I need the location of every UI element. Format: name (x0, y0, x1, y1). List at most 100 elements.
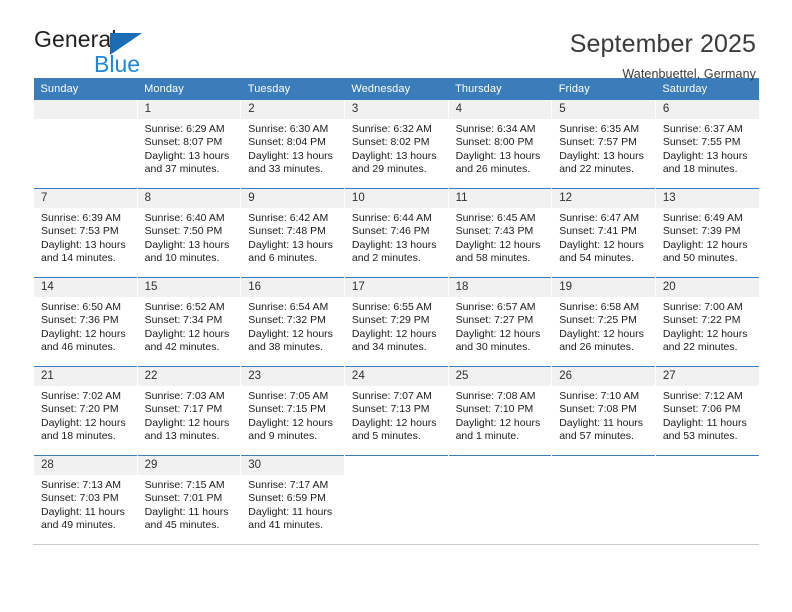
day-sun-info: Sunrise: 6:49 AM Sunset: 7:39 PM Daylight:… (656, 208, 759, 266)
daylight-duration-line1: Daylight: 11 hours (41, 505, 125, 518)
day-cell-inner: 21 Sunrise: 7:02 AM Sunset: 7:20 PM Dayligh… (34, 367, 137, 455)
calendar-day-cell[interactable]: 7 Sunrise: 6:39 AM Sunset: 7:53 PM Daylight… (33, 188, 138, 278)
daylight-duration-line1: Daylight: 13 hours (248, 149, 333, 162)
calendar-day-cell[interactable]: 29 Sunrise: 7:15 AM Sunset: 7:01 PM Dayligh… (136, 455, 241, 544)
sunrise-time: Sunrise: 6:42 AM (248, 212, 329, 224)
calendar-day-cell[interactable]: 23 Sunrise: 7:05 AM Sunset: 7:15 PM Dayligh… (240, 366, 345, 456)
calendar-day-cell[interactable]: 28 Sunrise: 7:13 AM Sunset: 7:03 PM Dayligh… (33, 455, 138, 544)
weekday-header-wednesday: Wednesday (344, 78, 449, 100)
day-cell-inner: 17 Sunrise: 6:55 AM Sunset: 7:29 PM Dayligh… (344, 278, 448, 366)
day-cell-inner: 8 Sunrise: 6:40 AM Sunset: 7:50 PM Daylight… (137, 189, 241, 277)
day-number: 4 (448, 100, 552, 119)
calendar-day-cell[interactable]: 1 Sunrise: 6:29 AM Sunset: 8:07 PM Daylight… (136, 100, 241, 189)
calendar-day-cell[interactable]: 6 Sunrise: 6:37 AM Sunset: 7:55 PM Daylight… (654, 100, 759, 189)
sunrise-time: Sunrise: 7:00 AM (662, 301, 743, 313)
day-number: 8 (137, 189, 241, 208)
day-number: 12 (552, 189, 655, 208)
sunrise-time: Sunrise: 6:32 AM (351, 123, 432, 135)
daylight-duration-line2: and 22 minutes. (559, 163, 634, 176)
day-cell-inner: 3 Sunrise: 6:32 AM Sunset: 8:02 PM Daylight… (344, 100, 448, 188)
day-cell-inner: 25 Sunrise: 7:08 AM Sunset: 7:10 PM Dayligh… (448, 367, 552, 455)
daylight-duration-line1: Daylight: 12 hours (144, 416, 230, 429)
day-sun-info: Sunrise: 6:35 AM Sunset: 7:57 PM Daylight:… (552, 119, 655, 177)
day-cell-inner: 20 Sunrise: 7:00 AM Sunset: 7:22 PM Dayligh… (655, 278, 759, 366)
calendar-day-cell[interactable]: 21 Sunrise: 7:02 AM Sunset: 7:20 PM Dayligh… (33, 366, 138, 456)
sunrise-time: Sunrise: 6:58 AM (559, 301, 640, 313)
calendar-day-cell (654, 455, 759, 544)
calendar-day-cell[interactable]: 16 Sunrise: 6:54 AM Sunset: 7:32 PM Dayligh… (240, 277, 345, 367)
day-sun-info: Sunrise: 7:05 AM Sunset: 7:15 PM Daylight:… (241, 386, 344, 444)
day-sun-info: Sunrise: 7:15 AM Sunset: 7:01 PM Daylight:… (138, 475, 241, 533)
calendar-day-cell (551, 455, 656, 544)
day-sun-info: Sunrise: 6:54 AM Sunset: 7:32 PM Daylight:… (241, 297, 344, 355)
calendar-day-cell[interactable]: 22 Sunrise: 7:03 AM Sunset: 7:17 PM Dayligh… (136, 366, 241, 456)
calendar-day-cell[interactable]: 11 Sunrise: 6:45 AM Sunset: 7:43 PM Dayligh… (447, 188, 552, 278)
calendar-day-cell[interactable]: 13 Sunrise: 6:49 AM Sunset: 7:39 PM Dayligh… (654, 188, 759, 278)
day-sun-info: Sunrise: 6:39 AM Sunset: 7:53 PM Daylight:… (34, 208, 137, 266)
calendar-day-cell[interactable]: 12 Sunrise: 6:47 AM Sunset: 7:41 PM Dayligh… (551, 188, 656, 278)
day-sun-info: Sunrise: 7:07 AM Sunset: 7:13 PM Daylight:… (345, 386, 448, 444)
daylight-duration-line2: and 38 minutes. (248, 341, 323, 354)
day-sun-info: Sunrise: 7:12 AM Sunset: 7:06 PM Daylight:… (656, 386, 759, 444)
calendar-day-cell[interactable]: 17 Sunrise: 6:55 AM Sunset: 7:29 PM Dayligh… (343, 277, 449, 367)
calendar-header-row: Sunday Monday Tuesday Wednesday Thursday… (33, 78, 759, 100)
weekday-header-thursday: Thursday (448, 78, 552, 100)
day-cell-inner: 12 Sunrise: 6:47 AM Sunset: 7:41 PM Dayligh… (552, 189, 655, 277)
sunset-time: Sunset: 7:41 PM (559, 225, 637, 238)
calendar-day-cell[interactable]: 8 Sunrise: 6:40 AM Sunset: 7:50 PM Daylight… (136, 188, 241, 278)
day-number: 26 (552, 367, 655, 386)
daylight-duration-line2: and 45 minutes. (144, 519, 220, 532)
calendar-day-cell[interactable]: 30 Sunrise: 7:17 AM Sunset: 6:59 PM Dayligh… (240, 455, 345, 544)
calendar-day-cell[interactable]: 15 Sunrise: 6:52 AM Sunset: 7:34 PM Dayligh… (136, 277, 241, 367)
daylight-duration-line1: Daylight: 13 hours (455, 149, 541, 162)
sunrise-time: Sunrise: 6:52 AM (144, 301, 225, 313)
sunrise-time: Sunrise: 6:37 AM (662, 123, 743, 135)
calendar-day-cell[interactable]: 24 Sunrise: 7:07 AM Sunset: 7:13 PM Dayligh… (343, 366, 449, 456)
calendar-day-cell[interactable]: 18 Sunrise: 6:57 AM Sunset: 7:27 PM Dayligh… (447, 277, 552, 367)
day-number: 11 (448, 189, 552, 208)
calendar-day-cell[interactable]: 3 Sunrise: 6:32 AM Sunset: 8:02 PM Daylight… (343, 100, 449, 189)
calendar-day-cell (343, 455, 449, 544)
daylight-duration-line1: Daylight: 12 hours (559, 327, 644, 340)
sunset-time: Sunset: 7:57 PM (559, 136, 637, 149)
day-sun-info: Sunrise: 6:57 AM Sunset: 7:27 PM Daylight:… (449, 297, 552, 355)
day-sun-info: Sunrise: 6:30 AM Sunset: 8:04 PM Daylight:… (241, 119, 344, 177)
day-sun-info: Sunrise: 7:17 AM Sunset: 6:59 PM Daylight:… (241, 475, 344, 533)
calendar-day-cell[interactable]: 5 Sunrise: 6:35 AM Sunset: 7:57 PM Daylight… (551, 100, 656, 189)
calendar-day-cell[interactable]: 9 Sunrise: 6:42 AM Sunset: 7:48 PM Daylight… (240, 188, 345, 278)
calendar-day-cell[interactable]: 26 Sunrise: 7:10 AM Sunset: 7:08 PM Dayligh… (551, 366, 656, 456)
daylight-duration-line1: Daylight: 12 hours (248, 327, 333, 340)
sunrise-time: Sunrise: 7:17 AM (248, 479, 329, 491)
page-header: General Blue September 2025 Watenbuettel… (0, 0, 792, 81)
day-number: 19 (552, 278, 655, 297)
calendar-day-cell[interactable]: 14 Sunrise: 6:50 AM Sunset: 7:36 PM Dayligh… (33, 277, 138, 367)
sunset-time: Sunset: 7:55 PM (662, 136, 741, 149)
daylight-duration-line1: Daylight: 13 hours (351, 149, 437, 162)
calendar-day-cell[interactable]: 2 Sunrise: 6:30 AM Sunset: 8:04 PM Daylight… (240, 100, 345, 189)
calendar-day-cell[interactable]: 25 Sunrise: 7:08 AM Sunset: 7:10 PM Dayligh… (447, 366, 552, 456)
day-cell-inner: 6 Sunrise: 6:37 AM Sunset: 7:55 PM Daylight… (655, 100, 759, 188)
day-cell-inner: 29 Sunrise: 7:15 AM Sunset: 7:01 PM Dayligh… (137, 456, 241, 544)
sunset-time: Sunset: 8:07 PM (144, 136, 223, 149)
day-sun-info: Sunrise: 6:42 AM Sunset: 7:48 PM Daylight:… (241, 208, 344, 266)
day-sun-info: Sunrise: 6:47 AM Sunset: 7:41 PM Daylight:… (552, 208, 655, 266)
calendar-day-cell[interactable]: 27 Sunrise: 7:12 AM Sunset: 7:06 PM Dayligh… (654, 366, 759, 456)
day-number: 17 (344, 278, 448, 297)
general-blue-logo[interactable]: General Blue (34, 28, 184, 80)
calendar-day-cell[interactable]: 10 Sunrise: 6:44 AM Sunset: 7:46 PM Dayligh… (343, 188, 449, 278)
sunrise-time: Sunrise: 6:35 AM (559, 123, 640, 135)
day-cell-inner: 30 Sunrise: 7:17 AM Sunset: 6:59 PM Dayligh… (241, 456, 344, 544)
sunrise-time: Sunrise: 6:29 AM (144, 123, 225, 135)
calendar-day-cell[interactable]: 4 Sunrise: 6:34 AM Sunset: 8:00 PM Daylight… (447, 100, 552, 189)
weekday-header-friday: Friday (551, 78, 656, 100)
daylight-duration-line2: and 6 minutes. (248, 252, 318, 265)
daylight-duration-line1: Daylight: 12 hours (662, 327, 748, 340)
calendar-day-cell[interactable]: 20 Sunrise: 7:00 AM Sunset: 7:22 PM Dayligh… (654, 277, 759, 367)
daylight-duration-line2: and 5 minutes. (351, 430, 421, 443)
calendar-table: Sunday Monday Tuesday Wednesday Thursday… (33, 78, 759, 544)
day-sun-info: Sunrise: 6:37 AM Sunset: 7:55 PM Daylight:… (656, 119, 759, 177)
calendar-day-cell[interactable]: 19 Sunrise: 6:58 AM Sunset: 7:25 PM Dayligh… (551, 277, 656, 367)
sunset-time: Sunset: 7:06 PM (662, 403, 741, 416)
day-cell-inner: 9 Sunrise: 6:42 AM Sunset: 7:48 PM Daylight… (241, 189, 344, 277)
day-number: 13 (655, 189, 759, 208)
